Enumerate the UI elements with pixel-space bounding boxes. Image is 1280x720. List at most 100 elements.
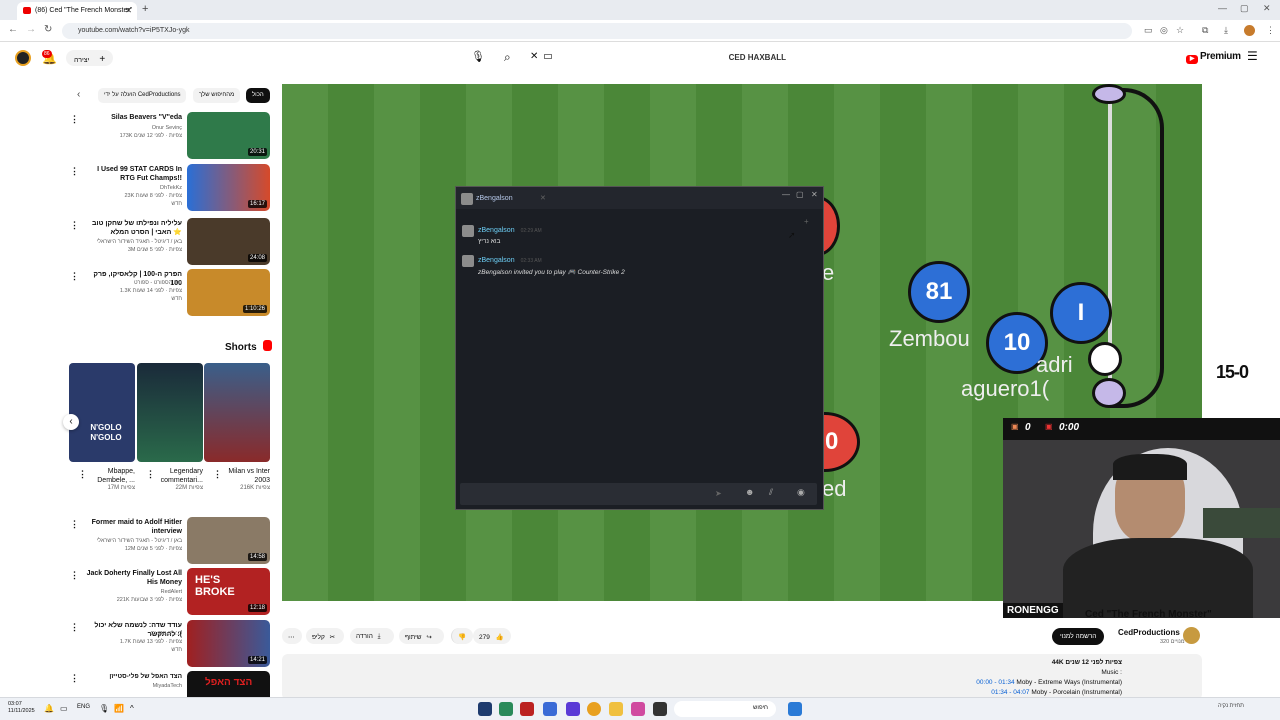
terminal-taskbar-icon[interactable] — [653, 702, 667, 716]
more-options-icon[interactable]: ⋮ — [70, 114, 79, 125]
new-tab-icon[interactable]: + — [142, 3, 148, 15]
browser-tab[interactable]: (86) Ced "The French Monster" ✕ — [17, 2, 137, 20]
close-tab-icon[interactable]: ✕ — [125, 6, 132, 15]
short-thumbnail[interactable]: N'GOLO N'GOLO — [69, 363, 135, 462]
rec-thumbnail[interactable]: 14:58 — [187, 517, 270, 564]
recommendation-item[interactable]: ⋮ Former maid to Adolf Hitler interview … — [70, 517, 272, 565]
guide-menu-icon[interactable]: ☰ — [1247, 49, 1258, 63]
recommendation-item[interactable]: ⋮ הפרק ה-100 | קלאסיקו, פרק 100 בית הספו… — [70, 269, 272, 317]
download-icon[interactable]: ⤓ — [1224, 25, 1228, 36]
more-options-icon[interactable]: ⋮ — [70, 519, 79, 530]
timestamp-link[interactable]: 00:00 - 01:34 — [976, 679, 1014, 686]
app-taskbar-icon[interactable] — [520, 702, 534, 716]
app-taskbar-icon[interactable] — [631, 702, 645, 716]
add-friend-icon[interactable]: + — [804, 217, 809, 226]
short-thumbnail[interactable] — [204, 363, 270, 462]
more-options-icon[interactable]: ⋮ — [78, 469, 87, 480]
emoji-icon[interactable]: ☻ — [745, 487, 754, 497]
back-icon[interactable]: ← — [8, 24, 18, 35]
rec-thumbnail[interactable]: 24:08 — [187, 218, 270, 265]
chip-uploaded-by[interactable]: הועלה על ידי CedProductions — [98, 88, 186, 103]
weather-widget[interactable]: תחזית נקיה — [1218, 703, 1244, 709]
rec-thumbnail[interactable]: 20:31 — [187, 112, 270, 159]
dislike-button[interactable]: 👎 — [451, 628, 473, 644]
more-options-icon[interactable]: ⋮ — [70, 220, 79, 231]
search-input[interactable]: ✕ CED HAXBALL — [528, 49, 794, 67]
send-icon[interactable]: ➤ — [715, 489, 722, 498]
account-avatar[interactable] — [15, 50, 31, 66]
more-options-icon[interactable]: ⋮ — [213, 469, 222, 480]
chat-message-input[interactable]: ➤ ☻ ⫽ ◉ — [460, 483, 817, 505]
microphone-icon[interactable]: 🎙 — [99, 704, 109, 713]
rec-thumbnail[interactable]: הצד האפל — [187, 671, 270, 697]
more-options-icon[interactable]: ⋮ — [70, 673, 79, 684]
voice-icon[interactable]: ◉ — [797, 487, 805, 498]
channel-name[interactable]: CedProductions — [1118, 628, 1180, 637]
close-window-icon[interactable]: ✕ — [1263, 3, 1271, 14]
steam-taskbar-icon[interactable] — [478, 702, 492, 716]
rec-thumbnail[interactable]: 14:21 — [187, 620, 270, 667]
short-thumbnail[interactable] — [137, 363, 203, 462]
description-box[interactable]: 44K צפיות לפני 12 שנים Music : 00:00 - 0… — [282, 654, 1202, 700]
more-options-icon[interactable]: ⋮ — [70, 271, 79, 282]
tray-expand-icon[interactable]: ^ — [130, 704, 134, 713]
recommendation-item[interactable]: ⋮ הצד האפל של פלי-סטייזן MiyadaTech הצד … — [70, 671, 272, 697]
chip-from-search[interactable]: מהחיפוש שלך — [193, 88, 241, 103]
short-item[interactable]: ⋮ Milan vs Inter 2003 216K צפיות — [204, 363, 270, 491]
recommendation-item[interactable]: ⋮ Silas Beavers "V"eda Onur Sevinç 173K … — [70, 112, 272, 160]
share-button[interactable]: שיתוף ↪ — [399, 628, 444, 644]
close-window-icon[interactable]: ✕ — [811, 190, 818, 199]
recommendation-item[interactable]: ⋮ עליליה ונפילתו של שחקן טוב האבי | הסרט… — [70, 218, 272, 266]
language-indicator[interactable]: ENG — [77, 704, 90, 710]
keyboard-icon[interactable] — [544, 54, 552, 59]
steam-chat-window[interactable]: zBengalson ✕ — ▢ ✕ + zBengalson 02:29 AM … — [455, 186, 824, 510]
bookmark-star-icon[interactable]: ☆ — [1176, 25, 1184, 36]
display-icon[interactable]: ▭ — [60, 704, 68, 713]
notification-icon[interactable]: 🔔 — [44, 704, 54, 713]
chip-all[interactable]: הכול — [246, 88, 270, 103]
minimize-icon[interactable]: — — [1218, 3, 1227, 13]
clear-search-icon[interactable]: ✕ — [530, 51, 538, 62]
short-item[interactable]: ⋮ Legendary commentari... 22M צפיות — [137, 363, 203, 491]
file-explorer-icon[interactable] — [609, 702, 623, 716]
profile-avatar-icon[interactable] — [1244, 25, 1255, 36]
subscribe-button[interactable]: הרשמה למנוי — [1052, 628, 1105, 645]
recommendation-item[interactable]: ⋮ I Used 99 STAT CARDS In RTG Fut Champs… — [70, 164, 272, 212]
network-icon[interactable]: 📶 — [114, 704, 124, 713]
attach-icon[interactable]: ⫽ — [769, 487, 773, 498]
microphone-icon[interactable]: 🎙 — [471, 50, 485, 66]
search-icon[interactable]: ⌕ — [504, 50, 511, 65]
cast-icon[interactable]: ▭ — [1144, 25, 1153, 36]
channel-avatar[interactable] — [1183, 627, 1200, 644]
clock[interactable]: 03:07 11/11/2025 — [8, 701, 35, 715]
browser-menu-icon[interactable]: ⋮ — [1266, 25, 1275, 36]
recommendation-item[interactable]: ⋮ Jack Doherty Finally Lost All His Mone… — [70, 568, 272, 616]
more-options-icon[interactable]: ⋮ — [70, 622, 79, 633]
minimize-icon[interactable]: — — [782, 190, 790, 199]
chrome-taskbar-icon[interactable] — [587, 702, 601, 716]
clip-button[interactable]: קליפ ✂ — [306, 628, 344, 644]
timestamp-link[interactable]: 01:34 - 04:07 — [991, 689, 1029, 696]
maximize-icon[interactable]: ▢ — [1240, 3, 1249, 14]
app-taskbar-icon[interactable] — [566, 702, 580, 716]
maximize-icon[interactable]: ▢ — [796, 190, 804, 199]
more-options-icon[interactable]: ⋮ — [70, 166, 79, 177]
extensions-icon[interactable]: ⧉ — [1202, 25, 1208, 36]
rec-thumbnail[interactable]: 1:10:26 — [187, 269, 270, 316]
short-item[interactable]: N'GOLO N'GOLO ⋮ Mbappe, Dembele, ... 17M… — [69, 363, 135, 491]
windows-start-icon[interactable] — [788, 702, 802, 716]
rec-thumbnail[interactable]: 16:17 — [187, 164, 270, 211]
url-field[interactable]: youtube.com/watch?v=iP5TXJo-ygk — [62, 23, 1132, 39]
taskbar-search[interactable]: חיפוש — [674, 701, 776, 717]
youtube-premium-logo[interactable]: ▶ Premium — [1186, 51, 1241, 64]
create-button[interactable]: יצירה + — [66, 50, 114, 66]
recommendation-item[interactable]: ⋮ עודד שדה: לנשמה שלא יכול להתקשר :( CLI… — [70, 620, 272, 668]
more-options-icon[interactable]: ⋮ — [70, 570, 79, 581]
rec-thumbnail[interactable]: HE'S BROKE 12:18 — [187, 568, 270, 615]
eye-off-icon[interactable]: ◎ — [1160, 25, 1168, 36]
close-chat-tab-icon[interactable]: ✕ — [540, 194, 546, 202]
app-taskbar-icon[interactable] — [499, 702, 513, 716]
like-button[interactable]: 279 👍 — [473, 628, 511, 644]
chips-scroll-left-icon[interactable]: ‹ — [77, 89, 80, 100]
forward-icon[interactable]: → — [26, 24, 36, 35]
